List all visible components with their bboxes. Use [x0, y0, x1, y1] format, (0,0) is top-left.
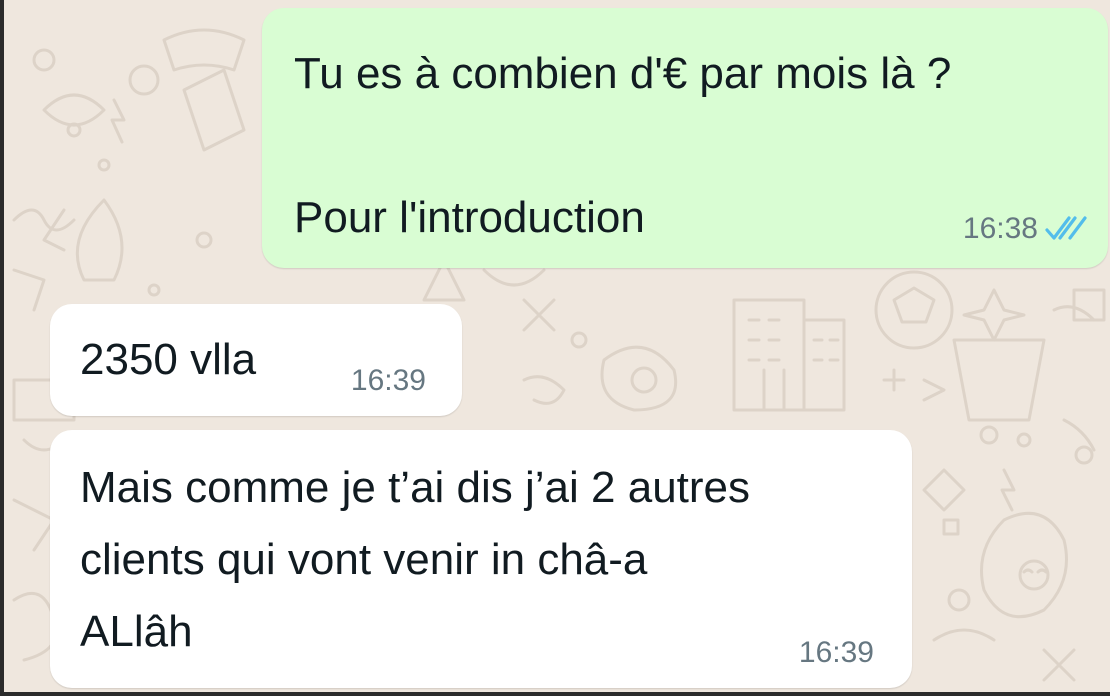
- message-bubble-incoming[interactable]: Mais comme je t’ai dis j’ai 2 autres cli…: [50, 430, 912, 688]
- chat-view: Tu es à combien d'€ par mois là ? Pour l…: [0, 0, 1110, 696]
- message-text: Tu es à combien d'€ par mois là ? Pour l…: [294, 49, 952, 242]
- message-bubble-incoming[interactable]: 2350 vlla 16:39: [50, 304, 462, 416]
- message-text: 2350 vlla: [80, 335, 257, 384]
- message-bubble-outgoing[interactable]: Tu es à combien d'€ par mois là ? Pour l…: [262, 8, 1108, 268]
- message-timestamp: 16:39: [798, 636, 874, 669]
- double-check-read-icon: [1045, 216, 1087, 240]
- message-timestamp: 16:39: [350, 364, 426, 397]
- message-text: Mais comme je t’ai dis j’ai 2 autres cli…: [80, 463, 751, 656]
- message-timestamp: 16:38: [962, 212, 1038, 245]
